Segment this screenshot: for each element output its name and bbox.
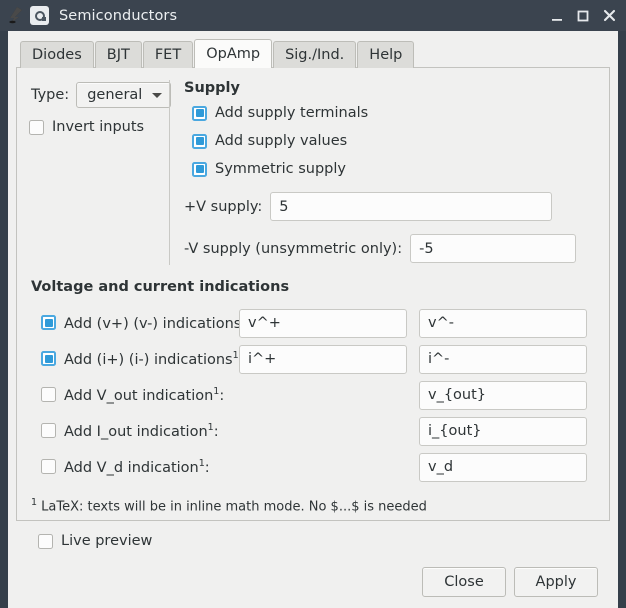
pos-supply-row: +V supply: xyxy=(184,192,597,221)
checkbox-box xyxy=(38,533,53,549)
supply-checkbox-list: Add supply terminals Add supply values S… xyxy=(184,105,597,177)
vout-input[interactable] xyxy=(419,380,587,410)
live-preview-label: Live preview xyxy=(61,533,153,550)
close-button[interactable]: Close xyxy=(422,567,506,598)
checkbox-box xyxy=(41,459,56,475)
vertical-divider xyxy=(169,80,170,265)
add-supply-terminals-checkbox[interactable]: Add supply terminals xyxy=(192,105,597,121)
tab-label: Help xyxy=(369,47,403,63)
add-v-indications-label: Add (v+) (v-) indications1: xyxy=(64,314,252,332)
top-section: Type: general Invert inputs Supply Add s… xyxy=(29,78,597,273)
neg-supply-row: -V supply (unsymmetric only): xyxy=(184,234,597,263)
supply-heading: Supply xyxy=(184,80,240,96)
tab-fet[interactable]: FET xyxy=(142,41,194,68)
indications-heading: Voltage and current indications xyxy=(31,279,290,295)
tab-label: OpAmp xyxy=(206,46,261,62)
i-minus-input[interactable] xyxy=(419,344,587,374)
add-i-indications-label: Add (i+) (i-) indications1: xyxy=(64,350,244,368)
tab-page-opamp: Type: general Invert inputs Supply Add s… xyxy=(16,67,610,522)
close-icon[interactable] xyxy=(596,3,622,29)
apply-button[interactable]: Apply xyxy=(514,567,598,598)
client-area: Diodes BJT FET OpAmp Sig./Ind. Help Type… xyxy=(8,31,618,608)
tab-diodes[interactable]: Diodes xyxy=(20,41,94,68)
v-plus-input[interactable] xyxy=(239,308,407,338)
add-iout-indication-checkbox[interactable]: Add I_out indication1: xyxy=(29,422,239,440)
add-vout-indication-checkbox[interactable]: Add V_out indication1: xyxy=(29,386,239,404)
add-iout-indication-label: Add I_out indication1: xyxy=(64,422,219,440)
add-vd-indication-checkbox[interactable]: Add V_d indication1: xyxy=(29,458,239,476)
neg-supply-label: -V supply (unsymmetric only): xyxy=(184,240,403,257)
checkbox-box xyxy=(41,351,56,367)
add-vd-indication-label: Add V_d indication1: xyxy=(64,458,210,476)
inkscape-logo-icon xyxy=(6,5,28,27)
indication-row-i: Add (i+) (i-) indications1: xyxy=(29,341,597,377)
footer-buttons: Close Apply xyxy=(28,567,598,598)
type-row: Type: general xyxy=(29,82,172,108)
window-controls xyxy=(544,3,622,29)
tab-help[interactable]: Help xyxy=(357,41,415,68)
supply-section: Supply Add supply terminals Add supply v… xyxy=(184,78,597,273)
v-minus-input[interactable] xyxy=(419,308,587,338)
tab-sig-ind[interactable]: Sig./Ind. xyxy=(273,41,357,68)
latex-footnote: 1 LaTeX: texts will be in inline math mo… xyxy=(31,497,427,515)
iout-input[interactable] xyxy=(419,416,587,446)
pos-supply-label: +V supply: xyxy=(184,198,263,215)
tab-label: Sig./Ind. xyxy=(285,47,345,63)
neg-supply-input[interactable] xyxy=(410,234,577,263)
add-vout-indication-label: Add V_out indication1: xyxy=(64,386,225,404)
add-i-indications-checkbox[interactable]: Add (i+) (i-) indications1: xyxy=(29,350,244,368)
invert-inputs-label: Invert inputs xyxy=(52,119,145,135)
symmetric-supply-checkbox[interactable]: Symmetric supply xyxy=(192,161,597,177)
checkbox-box xyxy=(41,423,56,439)
indication-row-v: Add (v+) (v-) indications1: xyxy=(29,305,597,341)
add-supply-values-checkbox[interactable]: Add supply values xyxy=(192,133,597,149)
window-app-icon xyxy=(30,6,49,25)
invert-inputs-checkbox[interactable]: Invert inputs xyxy=(29,119,161,135)
symmetric-supply-label: Symmetric supply xyxy=(215,161,346,177)
checkbox-box xyxy=(192,133,207,149)
chevron-down-icon xyxy=(152,92,163,98)
type-select[interactable]: general xyxy=(76,82,172,108)
tab-bjt[interactable]: BJT xyxy=(94,41,142,68)
checkbox-box xyxy=(192,161,207,177)
checkbox-box xyxy=(192,105,207,121)
maximize-icon[interactable] xyxy=(570,3,596,29)
add-v-indications-checkbox[interactable]: Add (v+) (v-) indications1: xyxy=(29,314,252,332)
tab-label: FET xyxy=(154,47,182,63)
indications-list: Add (v+) (v-) indications1: Add (i+) (i-… xyxy=(29,305,597,485)
window-title: Semiconductors xyxy=(59,7,178,24)
add-supply-values-label: Add supply values xyxy=(215,133,348,149)
dialog-footer: Live preview Close Apply xyxy=(16,521,610,605)
type-column: Type: general Invert inputs xyxy=(29,78,172,273)
checkbox-box xyxy=(41,387,56,403)
indication-row-iout: Add I_out indication1: xyxy=(29,413,597,449)
type-label: Type: xyxy=(31,87,70,103)
i-plus-input[interactable] xyxy=(239,344,407,374)
indication-row-vout: Add V_out indication1: xyxy=(29,377,597,413)
tab-label: Diodes xyxy=(32,47,82,63)
type-select-value: general xyxy=(87,87,143,103)
pos-supply-input[interactable] xyxy=(270,192,553,221)
add-supply-terminals-label: Add supply terminals xyxy=(215,105,369,121)
minimize-icon[interactable] xyxy=(544,3,570,29)
title-bar[interactable]: Semiconductors xyxy=(0,0,626,31)
tab-opamp[interactable]: OpAmp xyxy=(194,39,273,68)
dialog-window: Semiconductors Diodes BJT FET OpAmp Sig.… xyxy=(0,0,626,608)
checkbox-box xyxy=(29,119,44,135)
live-preview-checkbox[interactable]: Live preview xyxy=(28,533,598,549)
vd-input[interactable] xyxy=(419,452,587,482)
indication-row-vd: Add V_d indication1: xyxy=(29,449,597,485)
checkbox-box xyxy=(41,315,56,331)
tab-bar: Diodes BJT FET OpAmp Sig./Ind. Help xyxy=(16,39,610,68)
tab-label: BJT xyxy=(106,47,130,63)
